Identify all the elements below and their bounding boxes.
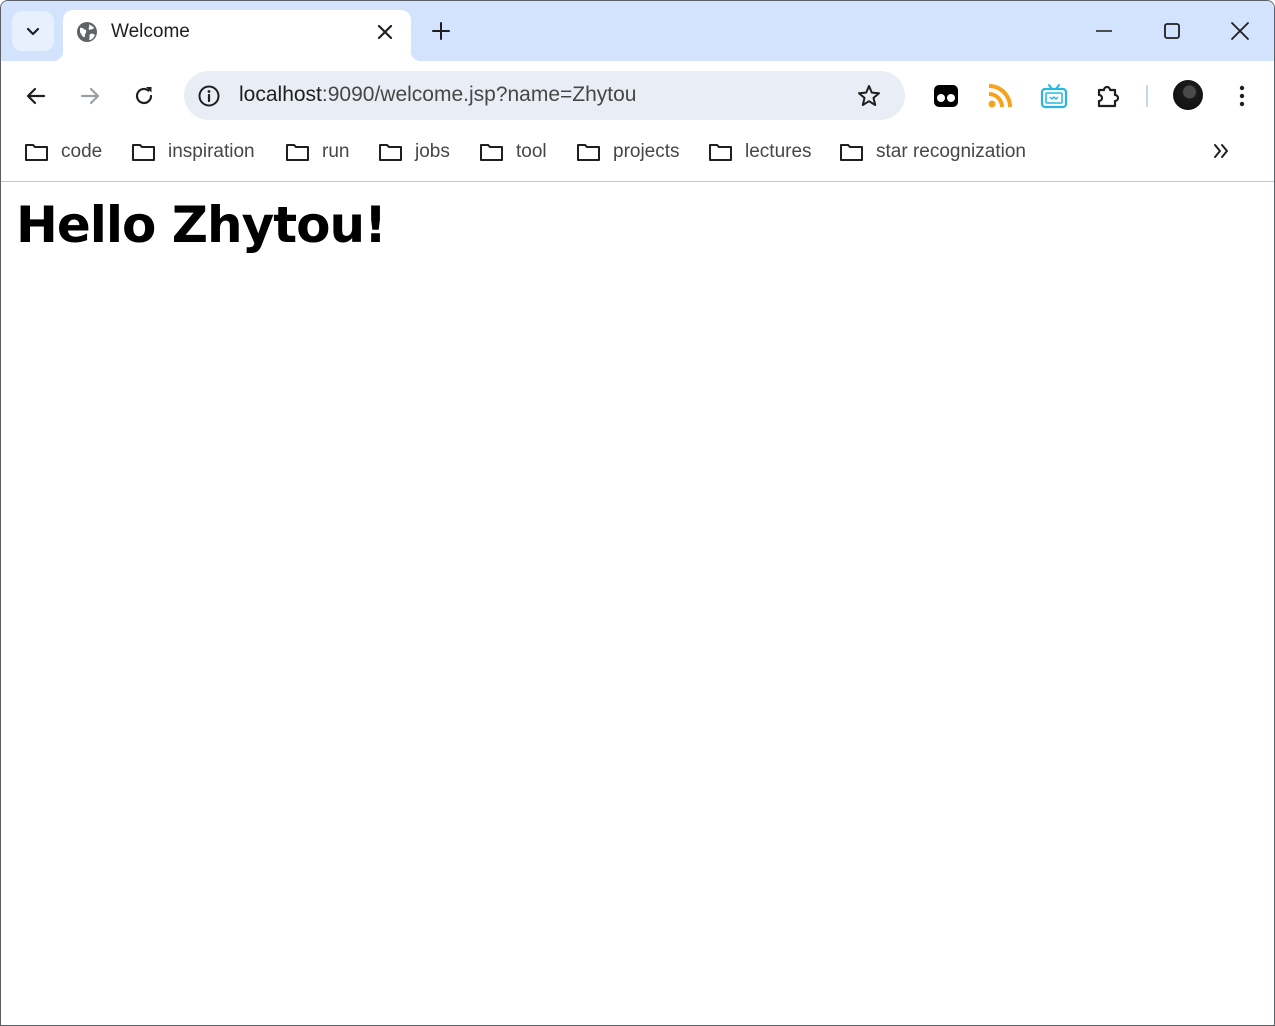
folder-icon [840, 144, 863, 161]
extension-1-icon[interactable] [932, 82, 960, 110]
tv-extension-icon[interactable] [1040, 82, 1068, 110]
bookmark-folder-inspiration[interactable]: inspiration [131, 139, 255, 165]
bookmark-folder-star-recognization[interactable]: star recognization [839, 139, 1026, 165]
profile-avatar[interactable] [1173, 80, 1203, 110]
rss-icon[interactable] [986, 82, 1014, 110]
bookmark-label: tool [516, 141, 547, 162]
bookmark-folder-code[interactable]: code [24, 139, 102, 165]
chevron-double-right-icon[interactable] [1209, 139, 1233, 163]
bookmarks-bar: code inspiration run jobs tool projects … [1, 131, 1274, 182]
bookmark-folder-tool[interactable]: tool [479, 139, 547, 165]
folder-icon [379, 144, 402, 161]
bookmark-label: inspiration [168, 141, 255, 162]
globe-icon [77, 22, 97, 42]
close-tab-icon[interactable] [375, 22, 395, 42]
bookmark-label: projects [613, 141, 680, 162]
back-icon[interactable] [23, 83, 49, 109]
folder-icon [709, 144, 732, 161]
tab-search-button[interactable] [12, 11, 54, 51]
bookmark-folder-projects[interactable]: projects [576, 139, 680, 165]
maximize-icon[interactable] [1160, 19, 1184, 43]
new-tab-icon[interactable] [429, 19, 453, 43]
bookmark-folder-jobs[interactable]: jobs [378, 139, 450, 165]
bookmark-folder-run[interactable]: run [285, 139, 349, 165]
site-info-icon[interactable] [197, 84, 221, 108]
bookmark-label: run [322, 141, 350, 162]
folder-icon [25, 144, 48, 161]
bookmark-label: lectures [745, 141, 812, 162]
bookmark-label: code [61, 141, 103, 162]
folder-icon [577, 144, 600, 161]
toolbar: localhost:9090/welcome.jsp?name=Zhytou [1, 61, 1274, 131]
folder-icon [132, 144, 155, 161]
chevron-down-icon [26, 27, 40, 36]
reload-icon[interactable] [131, 83, 157, 109]
extensions-puzzle-icon[interactable] [1094, 82, 1122, 110]
close-window-icon[interactable] [1228, 19, 1252, 43]
browser-window: Welcome localhost:9090/welcome.jsp?name=… [0, 0, 1275, 1026]
url-path: :9090/welcome.jsp?name=Zhytou [321, 83, 637, 106]
folder-icon [286, 144, 309, 161]
page-heading: Hello Zhytou! [16, 196, 387, 254]
folder-icon [480, 144, 503, 161]
toolbar-divider [1146, 85, 1148, 107]
url-text[interactable]: localhost:9090/welcome.jsp?name=Zhytou [239, 83, 637, 107]
url-host: localhost [239, 83, 322, 106]
menu-icon[interactable] [1230, 83, 1254, 109]
tab-strip: Welcome [1, 1, 1274, 61]
page-content: Hello Zhytou! [1, 182, 1274, 1025]
bookmark-label: star recognization [876, 141, 1026, 162]
tab-title: Welcome [111, 21, 190, 42]
forward-icon[interactable] [77, 83, 103, 109]
bookmark-star-icon[interactable] [856, 83, 882, 109]
minimize-icon[interactable] [1092, 19, 1116, 43]
address-bar[interactable]: localhost:9090/welcome.jsp?name=Zhytou [184, 71, 905, 120]
bookmark-label: jobs [415, 141, 450, 162]
bookmark-folder-lectures[interactable]: lectures [708, 139, 812, 165]
tab-welcome[interactable]: Welcome [53, 10, 421, 61]
